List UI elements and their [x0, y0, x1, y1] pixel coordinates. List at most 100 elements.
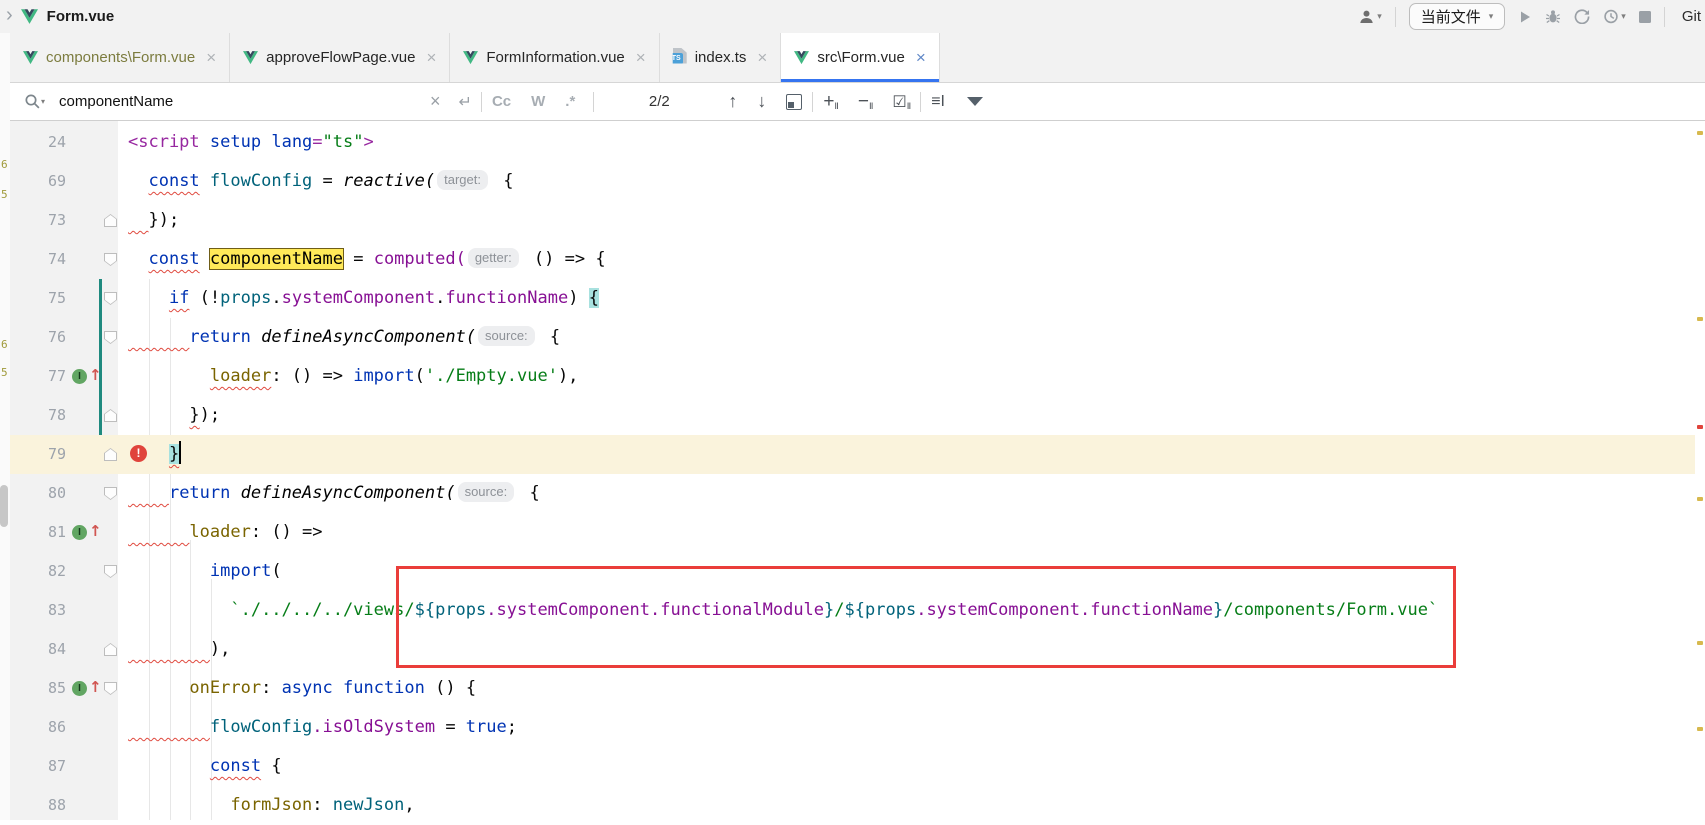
stop-button[interactable]: [1639, 11, 1651, 23]
line-number: 79: [10, 435, 66, 474]
run-button[interactable]: [1518, 10, 1532, 24]
code-text: });: [128, 396, 220, 435]
code-text: if (!props.systemComponent.functionName)…: [128, 279, 599, 318]
stripe-mark[interactable]: [1697, 317, 1703, 321]
user-profile-button[interactable]: ▾: [1358, 9, 1382, 25]
code-text: return defineAsyncComponent(source: {: [128, 318, 560, 357]
fold-marker-icon[interactable]: [104, 565, 117, 578]
code-line-69: 69 const flowConfig = reactive(target: {: [10, 162, 1695, 201]
chevron-down-icon: ▾: [1489, 11, 1494, 22]
previous-occurrence-button[interactable]: ↑: [728, 91, 737, 112]
words-toggle[interactable]: W: [531, 93, 545, 110]
fold-marker-icon[interactable]: [104, 331, 117, 344]
line-number: 82: [10, 552, 66, 591]
regex-toggle[interactable]: .*: [565, 93, 575, 110]
ide-window: { "window": { "title": "Form.vue", "brea…: [0, 0, 1705, 820]
search-input[interactable]: [57, 92, 421, 111]
code-text: ),: [128, 630, 230, 669]
vue-file-icon: [21, 9, 38, 25]
git-menu[interactable]: Git: [1682, 8, 1701, 25]
fold-marker-icon[interactable]: [104, 409, 117, 422]
code-text: formJson: newJson,: [128, 786, 415, 825]
inlay-hint: target:: [437, 170, 488, 190]
line-number: 74: [10, 240, 66, 279]
stripe-mark[interactable]: [1697, 497, 1703, 501]
fold-marker-icon[interactable]: [104, 253, 117, 266]
fold-marker-icon[interactable]: [104, 487, 117, 500]
code-text: <script setup lang="ts">: [128, 123, 374, 162]
chevron-down-icon: ▾: [1621, 11, 1626, 22]
fold-marker-icon[interactable]: [104, 682, 117, 695]
line-number: 80: [10, 474, 66, 513]
code-line-75: 75 if (!props.systemComponent.functionNa…: [10, 279, 1695, 318]
profiler-button[interactable]: [1574, 9, 1590, 24]
match-case-toggle[interactable]: Cc: [492, 93, 511, 110]
close-tab-icon[interactable]: ×: [757, 48, 767, 68]
inlay-hint: source:: [458, 482, 515, 502]
run-configuration-select[interactable]: 当前文件 ▾: [1409, 3, 1506, 30]
run-with-coverage-button[interactable]: ▾: [1603, 9, 1626, 24]
editor-tab-forminformation.vue[interactable]: FormInformation.vue ×: [450, 33, 659, 82]
error-stripe[interactable]: [1695, 121, 1705, 820]
close-tab-icon[interactable]: ×: [636, 48, 646, 68]
editor-tab-components-form.vue[interactable]: components\Form.vue ×: [10, 33, 230, 82]
search-in-selection-icon[interactable]: ≡I: [931, 93, 945, 111]
search-match-highlight: componentName: [210, 249, 343, 269]
line-number: 76: [10, 318, 66, 357]
editor-tab-src-form.vue[interactable]: src\Form.vue×: [781, 33, 939, 82]
code-line-77: 77I↑ loader: () => import('./Empty.vue')…: [10, 357, 1695, 396]
fold-marker-icon[interactable]: [104, 448, 117, 461]
close-tab-icon[interactable]: ×: [206, 48, 216, 68]
code-line-85: 85I↑ onError: async function () {: [10, 669, 1695, 708]
override-gutter-icon[interactable]: I↑: [72, 680, 104, 697]
line-number: 85: [10, 669, 66, 708]
override-gutter-icon[interactable]: I↑: [72, 524, 104, 541]
code-text: loader: () => import('./Empty.vue'),: [128, 357, 578, 396]
override-gutter-icon[interactable]: I↑: [72, 368, 104, 385]
code-line-78: 78 });: [10, 396, 1695, 435]
next-occurrence-button[interactable]: ↓: [757, 91, 766, 112]
stripe-mark[interactable]: [1697, 727, 1703, 731]
vue-file-icon: [23, 51, 38, 65]
tab-label: approveFlowPage.vue: [266, 49, 415, 66]
search-toggles: Cc W .*: [482, 93, 585, 110]
add-occurrence-button[interactable]: +Ⅱ: [823, 91, 838, 113]
code-text: loader: () =>: [128, 513, 323, 552]
fold-marker-icon[interactable]: [104, 643, 117, 656]
debug-button[interactable]: [1545, 9, 1561, 24]
open-in-find-window-icon[interactable]: [786, 94, 802, 110]
line-number: 83: [10, 591, 66, 630]
filter-icon[interactable]: [967, 97, 983, 106]
vue-file-icon: [243, 51, 258, 65]
background-glyph: 6: [1, 158, 8, 171]
stripe-mark[interactable]: [1697, 641, 1703, 645]
code-line-74: 74 const componentName = computed(getter…: [10, 240, 1695, 279]
editor-tab-approveflowpage.vue[interactable]: approveFlowPage.vue ×: [230, 33, 450, 82]
select-all-occurrences-button[interactable]: ☑Ⅱ: [892, 92, 910, 112]
close-tab-icon[interactable]: ×: [916, 48, 926, 68]
title-bar: › Form.vue ▾ 当前文件 ▾ ▾ Git: [0, 0, 1705, 34]
newline-icon[interactable]: ↵: [459, 92, 472, 112]
code-text: const flowConfig = reactive(target: {: [128, 162, 513, 201]
search-icon[interactable]: ▾: [24, 93, 45, 110]
code-text: });: [128, 201, 179, 240]
remove-occurrence-button[interactable]: −Ⅱ: [858, 91, 873, 113]
stripe-mark[interactable]: [1697, 131, 1703, 135]
line-number: 88: [10, 786, 66, 825]
clear-search-icon[interactable]: ×: [430, 91, 441, 112]
stripe-mark[interactable]: [1697, 425, 1703, 429]
background-glyph: 5: [1, 188, 8, 201]
background-glyph: 6: [1, 338, 8, 351]
divider: [1395, 7, 1396, 27]
line-number: 73: [10, 201, 66, 240]
editor-tab-index.ts[interactable]: TSindex.ts×: [660, 33, 782, 82]
fold-marker-icon[interactable]: [104, 292, 117, 305]
typescript-file-icon: TS: [673, 48, 687, 68]
tab-label: FormInformation.vue: [486, 49, 624, 66]
tab-label: components\Form.vue: [46, 49, 195, 66]
fold-marker-icon[interactable]: [104, 214, 117, 227]
chevron-down-icon: ▾: [41, 97, 45, 106]
line-number: 84: [10, 630, 66, 669]
line-number: 81: [10, 513, 66, 552]
close-tab-icon[interactable]: ×: [426, 48, 436, 68]
